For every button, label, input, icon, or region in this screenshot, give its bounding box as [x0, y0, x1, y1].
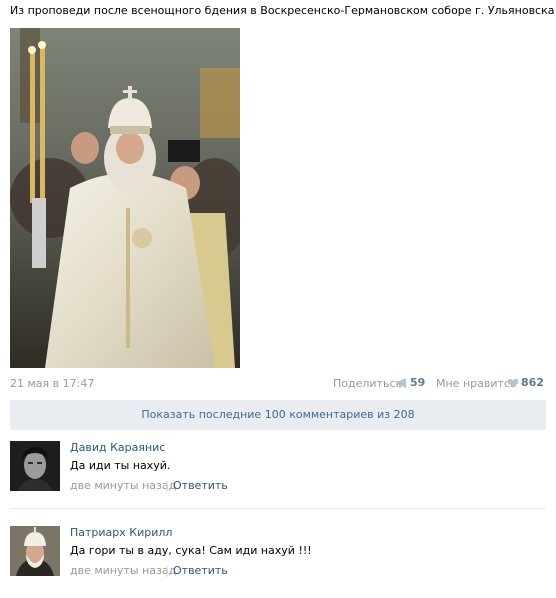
comment: Давид Караянис Да иди ты нахуй. две мину… — [10, 438, 546, 500]
comment: Патриарх Кирилл Да гори ты в аду, сука! … — [10, 523, 546, 583]
post-photo[interactable] — [10, 28, 240, 368]
share-button[interactable]: Поделиться — [333, 377, 402, 390]
comment-text: Да иди ты нахуй. — [70, 459, 171, 472]
share-count: 59 — [410, 376, 426, 389]
avatar[interactable] — [10, 441, 60, 491]
user-photo-icon — [10, 441, 60, 491]
comment-author[interactable]: Давид Караянис — [70, 441, 165, 454]
like-count: 862 — [521, 376, 544, 389]
comment-divider — [10, 508, 546, 509]
separator: | — [165, 479, 169, 492]
patriarch-photo-illustration — [10, 28, 240, 368]
megaphone-icon[interactable] — [395, 377, 409, 389]
post-date[interactable]: 21 мая в 17:47 — [10, 377, 94, 390]
reply-link[interactable]: Ответить — [173, 564, 228, 577]
separator: | — [165, 564, 169, 577]
show-more-comments-button[interactable]: Показать последние 100 комментариев из 2… — [10, 400, 546, 430]
reply-link[interactable]: Ответить — [173, 479, 228, 492]
comment-text: Да гори ты в аду, сука! Сам иди нахуй !!… — [70, 544, 312, 557]
comment-time[interactable]: две минуты назад — [70, 564, 176, 577]
comment-author[interactable]: Патриарх Кирилл — [70, 526, 172, 539]
avatar[interactable] — [10, 526, 60, 576]
heart-icon[interactable] — [507, 377, 519, 389]
like-button[interactable]: Мне нравится — [436, 377, 517, 390]
post-text: Из проповеди после всенощного бдения в В… — [10, 4, 555, 17]
post-meta: 21 мая в 17:47 Поделиться 59 Мне нравитс… — [10, 376, 544, 392]
comment-time[interactable]: две минуты назад — [70, 479, 176, 492]
user-photo-icon — [10, 526, 60, 576]
